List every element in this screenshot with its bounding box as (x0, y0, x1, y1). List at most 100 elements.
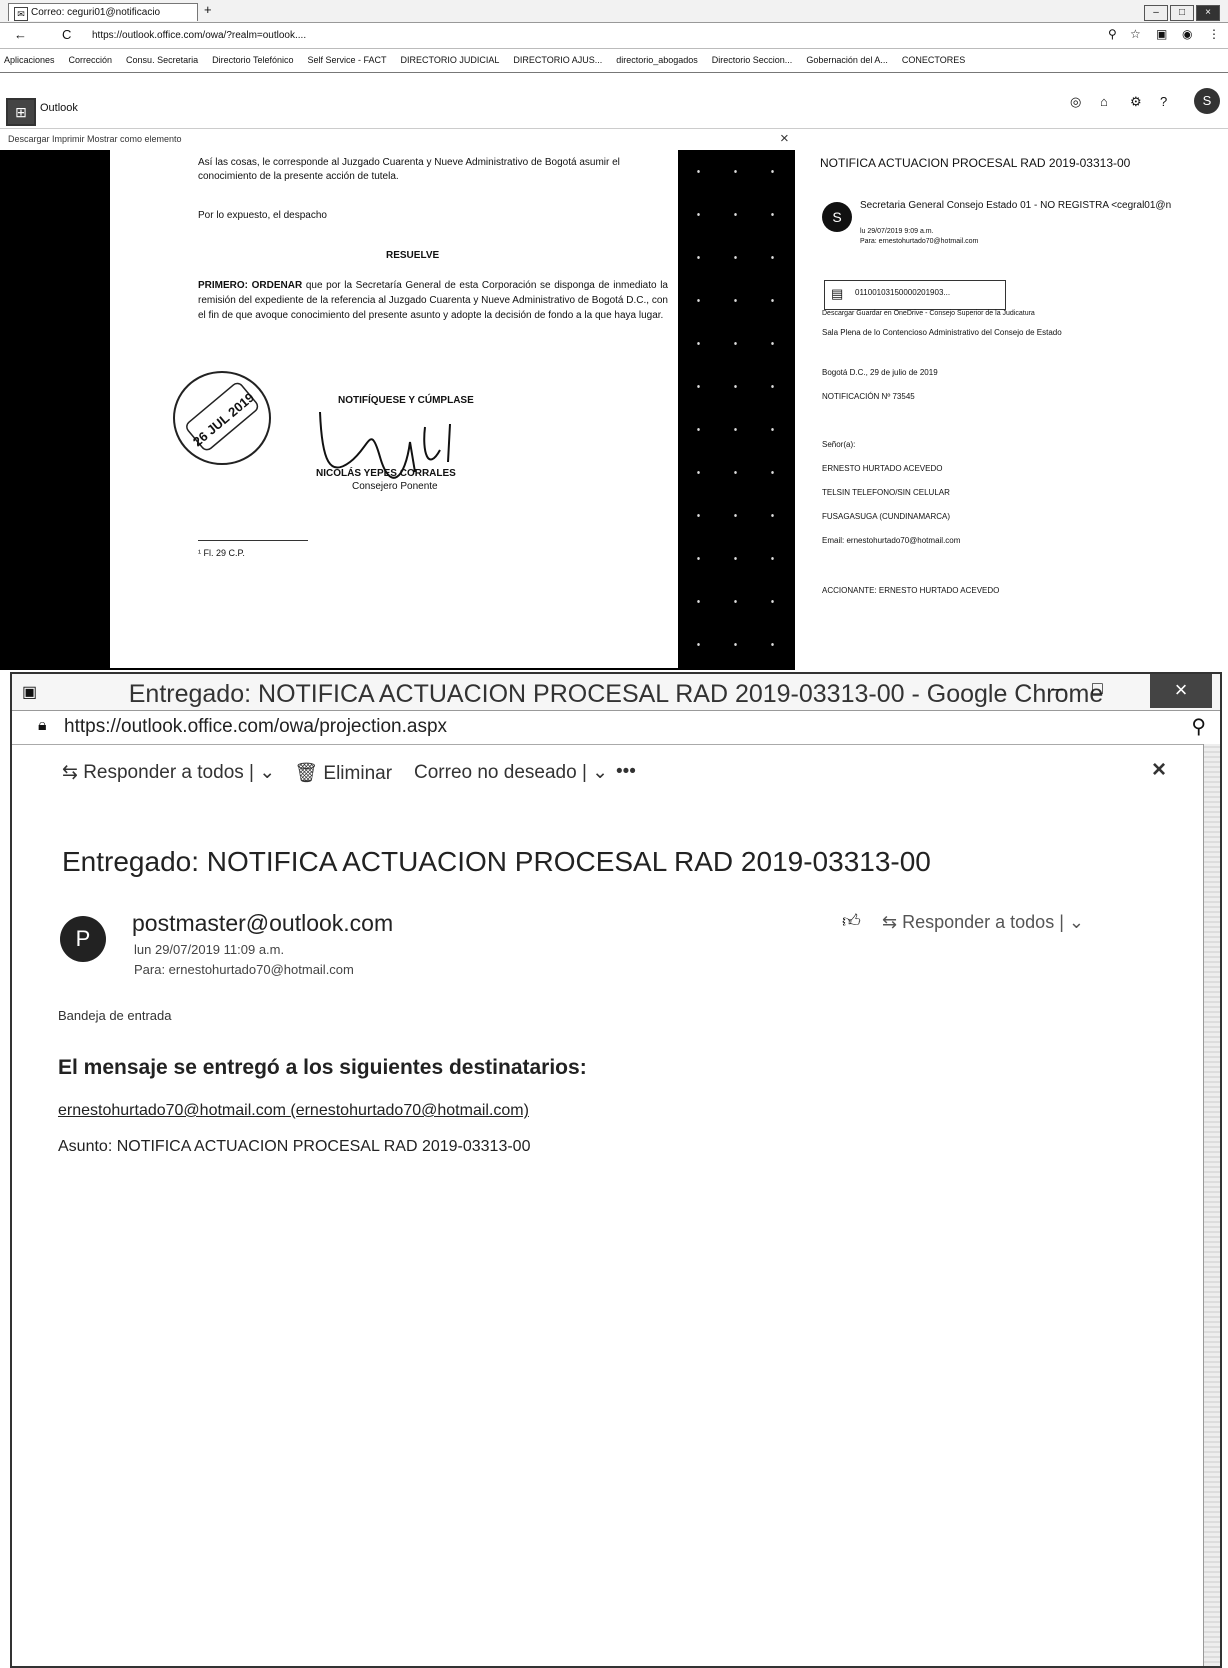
sender-avatar: S (822, 202, 852, 232)
doc-paragraph-2: Por lo expuesto, el despacho (198, 210, 327, 221)
extension-icon[interactable]: ▣ (1156, 27, 1167, 41)
zoom-icon[interactable]: ⚲ (1108, 27, 1117, 41)
bookmarks-list: Aplicaciones Corrección Consu. Secretaria D… (0, 50, 1228, 65)
document-viewer-right-strip (680, 150, 795, 670)
footnote-rule (198, 540, 308, 541)
close-message-icon[interactable]: × (1152, 756, 1166, 784)
popup-scrollbar[interactable] (1203, 744, 1220, 1666)
bookmark-item[interactable]: Corrección (69, 55, 113, 65)
popup-address-bar: 🔒︎ https://outlook.office.com/owa/projec… (12, 710, 1220, 745)
popup-title-bar: ▣ Entregado: NOTIFICA ACTUACION PROCESAL… (12, 674, 1220, 711)
browser-tab[interactable]: ✉ Correo: ceguri01@notificacio (8, 3, 198, 21)
background-address-bar: ← C https://outlook.office.com/owa/?real… (0, 22, 1228, 49)
message-asunto: Asunto: NOTIFICA ACTUACION PROCESAL RAD … (58, 1138, 531, 1155)
bg-mail-email: Email: ernestohurtado70@hotmail.com (822, 536, 961, 545)
browser-tab-title: Correo: ceguri01@notificacio (31, 7, 161, 18)
bg-mail-tel: TELSIN TELEFONO/SIN CELULAR (822, 488, 950, 497)
outlook-app-name: Outlook (40, 102, 78, 114)
reply-all-icon: ⇆ (62, 762, 84, 783)
doc-primero-label: PRIMERO: ORDENAR (198, 280, 303, 291)
attachment-actions[interactable]: Descargar Guardar en OneDrive - Consejo … (822, 310, 1035, 317)
background-window-controls: – □ × (1142, 2, 1220, 21)
bookmark-item[interactable]: Directorio Telefónico (212, 55, 293, 65)
delivery-heading: El mensaje se entregó a los siguientes d… (58, 1056, 587, 1079)
trash-icon: 🗑︎ (294, 763, 324, 784)
profile-icon[interactable]: ◉ (1182, 27, 1192, 41)
bg-mail-city: FUSAGASUGA (CUNDINAMARCA) (822, 512, 951, 521)
help-icon[interactable]: ? (1160, 94, 1167, 109)
like-icon[interactable]: 👍︎ (842, 910, 861, 932)
background-tab-bar: ✉ Correo: ceguri01@notificacio + – □ × (0, 0, 1228, 23)
bookmark-item[interactable]: DIRECTORIO AJUS... (513, 55, 602, 65)
maximize-icon[interactable]: □ (1170, 5, 1194, 21)
message-date: lun 29/07/2019 11:09 a.m. (134, 942, 285, 957)
bookmark-item[interactable]: DIRECTORIO JUDICIAL (401, 55, 500, 65)
attachment-card[interactable]: ▤ 01100103150000201903... (824, 280, 1006, 310)
close-preview-icon[interactable]: × (780, 130, 789, 147)
background-reading-pane: NOTIFICA ACTUACION PROCESAL RAD 2019-033… (800, 150, 1228, 670)
bookmark-item[interactable]: Consu. Secretaria (126, 55, 198, 65)
message-recipients[interactable]: Para: ernestohurtado70@hotmail.com (134, 962, 354, 977)
bookmark-item[interactable]: directorio_abogados (616, 55, 698, 65)
attachment-name: 01100103150000201903... (855, 288, 951, 297)
popup-url[interactable]: https://outlook.office.com/owa/projectio… (64, 716, 447, 738)
bg-mail-senores: Señor(a): (822, 440, 856, 449)
bg-mail-date-line: Bogotá D.C., 29 de julio de 2019 (822, 368, 938, 377)
lock-icon: 🔒︎ (38, 717, 47, 734)
bg-mail-subject: NOTIFICA ACTUACION PROCESAL RAD 2019-033… (820, 156, 1131, 170)
popup-zoom-icon[interactable]: ⚲ (1191, 714, 1206, 739)
reply-all-command-label: Responder a todos | (83, 762, 254, 783)
app-launcher-icon[interactable]: ⊞ (6, 98, 36, 126)
bell-icon[interactable]: ⌂ (1100, 94, 1108, 109)
chevron-down-icon[interactable]: ⌄ (254, 762, 275, 783)
bg-mail-from[interactable]: Secretaria General Consejo Estado 01 - N… (860, 200, 1226, 211)
bg-mail-notif-no: NOTIFICACIÓN Nº 73545 (822, 392, 915, 401)
skype-icon[interactable]: ◎ (1070, 94, 1081, 110)
popup-close-window-icon[interactable]: × (1150, 674, 1212, 708)
bookmark-item[interactable]: Aplicaciones (4, 55, 55, 65)
settings-icon[interactable]: ⚙ (1130, 94, 1142, 110)
delete-command-label: Eliminar (323, 763, 393, 784)
menu-icon[interactable]: ⋮ (1208, 27, 1220, 41)
bookmark-item[interactable]: CONECTORES (902, 55, 965, 65)
folder-label[interactable]: Bandeja de entrada (58, 1008, 171, 1023)
reply-all-header[interactable]: ⇆ Responder a todos | ⌄ (882, 912, 1084, 933)
close-window-icon[interactable]: × (1196, 5, 1220, 21)
user-avatar[interactable]: S (1194, 88, 1220, 114)
pdf-icon: ▤ (831, 286, 844, 301)
popup-window-title: Entregado: NOTIFICA ACTUACION PROCESAL R… (128, 680, 1104, 708)
bookmark-item[interactable]: Self Service - FACT (307, 55, 386, 65)
doc-resuelve: RESUELVE (386, 250, 440, 261)
star-icon[interactable]: ☆ (1130, 27, 1141, 41)
junk-command[interactable]: Correo no deseado | ⌄ (414, 761, 608, 784)
chevron-down-icon[interactable]: ⌄ (1064, 912, 1084, 932)
bg-mail-to: Para: ernestohurtado70@hotmail.com (860, 238, 979, 245)
sender-address[interactable]: postmaster@outlook.com (132, 910, 393, 937)
url-text[interactable]: https://outlook.office.com/owa/?realm=ou… (92, 30, 306, 41)
popup-minimize-icon[interactable]: – (1052, 678, 1063, 701)
reload-icon[interactable]: C (62, 27, 71, 42)
new-tab-button[interactable]: + (204, 2, 212, 17)
doc-signer-name: NICOLÁS YEPES CORRALES (316, 468, 456, 479)
bookmark-item[interactable]: Directorio Seccion... (712, 55, 793, 65)
popup-maximize-icon[interactable]: □ (1092, 678, 1103, 699)
document-page: Así las cosas, le corresponde al Juzgado… (110, 150, 678, 668)
chevron-down-icon[interactable]: ⌄ (587, 762, 608, 783)
bookmarks-bar: Aplicaciones Corrección Consu. Secretaria D… (0, 50, 1228, 73)
bg-mail-name: ERNESTO HURTADO ACEVEDO (822, 464, 943, 473)
recipient-link[interactable]: ernestohurtado70@hotmail.com (ernestohur… (58, 1102, 529, 1120)
more-actions-icon[interactable]: ••• (616, 761, 636, 783)
reply-all-icon: ⇆ (882, 912, 903, 932)
document-toolbar-actions[interactable]: Descargar Imprimir Mostrar como elemento (8, 134, 182, 144)
outlook-header: ⊞ Outlook ◎ ⌂ ⚙ ? S (0, 72, 1228, 129)
sender-avatar-p[interactable]: P (60, 916, 106, 962)
bg-mail-sala: Sala Plena de lo Contencioso Administrat… (822, 328, 1062, 337)
delete-command[interactable]: 🗑︎ Eliminar (294, 761, 392, 785)
outlook-favicon-icon: ✉ (14, 7, 28, 21)
back-icon[interactable]: ← (14, 27, 27, 42)
minimize-icon[interactable]: – (1144, 5, 1168, 21)
message-subject: Entregado: NOTIFICA ACTUACION PROCESAL R… (62, 846, 931, 877)
bookmark-item[interactable]: Gobernación del A... (806, 55, 888, 65)
reply-all-command[interactable]: ⇆ Responder a todos | ⌄ (62, 761, 275, 784)
document-toolbar: Descargar Imprimir Mostrar como elemento… (0, 130, 795, 150)
